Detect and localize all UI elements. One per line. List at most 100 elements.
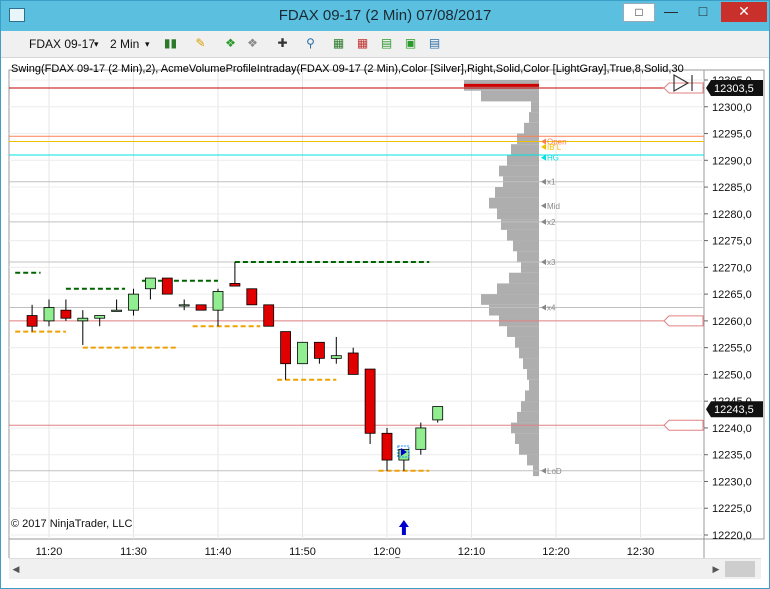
- time-tick-label: 11:30: [120, 546, 147, 558]
- volume-profile-bar: [517, 251, 539, 262]
- zoom-icon[interactable]: ⚲: [303, 36, 318, 51]
- plot-area: [8, 69, 705, 540]
- scrollbar-thumb[interactable]: [725, 561, 755, 577]
- candle-up: [330, 355, 342, 359]
- restore-popup-button[interactable]: □: [623, 3, 655, 22]
- candle-up: [128, 293, 139, 311]
- instrument-dropdown-icon[interactable]: ▾: [94, 39, 99, 50]
- candle-up: [212, 291, 224, 311]
- time-tick-label: 11:20: [36, 546, 63, 558]
- line-end-tag: [663, 82, 704, 94]
- profile-level-label: HG: [547, 154, 559, 163]
- profile-level-label: Mid: [547, 202, 560, 211]
- chart-toolbar: FDAX 09-17 ▾ 2 Min ▾ ▮▮ ✎ ❖ ❖ ✚ ⚲ ▦ ▦ ▤ …: [1, 31, 769, 58]
- volume-profile-bar: [521, 262, 539, 273]
- price-marker-label: 12243,5: [714, 404, 754, 416]
- line-end-tag: [663, 419, 704, 431]
- time-tick-label: 11:50: [289, 546, 316, 558]
- global-draw-icon[interactable]: ❖: [245, 36, 260, 51]
- time-tick-label: 11:40: [205, 546, 232, 558]
- interval-selector[interactable]: 2 Min: [110, 37, 139, 51]
- volume-profile-bar: [489, 197, 539, 209]
- minimize-button[interactable]: —: [657, 2, 685, 22]
- volume-profile-bar: [481, 294, 539, 305]
- time-tick-label: 12:10: [458, 546, 486, 558]
- line-end-tag: [663, 315, 704, 327]
- crosshair-icon[interactable]: ✚: [275, 36, 290, 51]
- candle-up: [432, 406, 444, 421]
- price-tick-label: 12300,0: [712, 102, 752, 114]
- volume-profile-bar: [517, 133, 539, 145]
- volume-profile-bar: [517, 411, 539, 423]
- volume-profile-bar: [529, 379, 539, 391]
- candle-up: [415, 427, 427, 450]
- volume-profile-bar: [507, 229, 539, 241]
- price-tick-label: 12260,0: [712, 316, 752, 328]
- candle-up: [111, 309, 122, 312]
- close-button[interactable]: ✕: [721, 2, 767, 22]
- price-tick-label: 12295,0: [712, 129, 752, 141]
- volume-profile-bar: [497, 283, 539, 295]
- candle-down: [195, 304, 207, 311]
- profile-level-label: LoD: [547, 467, 562, 476]
- indicator-label: Swing(FDAX 09-17 (2 Min),2), AcmeVolumeP…: [11, 63, 684, 75]
- price-tick-label: 12275,0: [712, 236, 752, 248]
- price-chart[interactable]: 11:20 11:30 11:40 11:50 12:00 12:10 12:20 12:30…: [1, 58, 769, 558]
- drawing-tool-icon[interactable]: ✎: [193, 36, 208, 51]
- title-bar[interactable]: FDAX 09-17 (2 Min) 07/08/2017 □ — □ ✕: [1, 1, 769, 31]
- price-tick-label: 12270,0: [712, 262, 752, 274]
- candle-down: [229, 283, 241, 287]
- volume-profile-bar: [515, 433, 539, 444]
- candle-down: [246, 288, 258, 306]
- maximize-button[interactable]: □: [689, 2, 717, 22]
- templates-icon[interactable]: ▣: [403, 36, 418, 51]
- volume-profile-bar: [481, 90, 539, 102]
- candle-down: [280, 331, 292, 365]
- chart-style-icon[interactable]: ▮▮: [163, 36, 178, 51]
- chart-trader-icon[interactable]: ▦: [331, 36, 346, 51]
- volume-profile-bar: [509, 272, 539, 284]
- strategies-icon[interactable]: ▤: [379, 36, 394, 51]
- volume-profile-bar: [529, 112, 539, 123]
- volume-profile-bar: [497, 208, 539, 220]
- interval-dropdown-icon[interactable]: ▾: [145, 39, 150, 50]
- volume-profile-bar: [519, 444, 539, 455]
- price-tick-label: 12285,0: [712, 182, 752, 194]
- price-tick-label: 12250,0: [712, 369, 752, 381]
- candle-down: [381, 432, 393, 461]
- candle-up: [77, 317, 89, 322]
- scroll-left-arrow-icon[interactable]: ◀: [9, 563, 23, 575]
- volume-profile-bar: [495, 187, 539, 198]
- candle-up: [94, 315, 106, 319]
- volume-poc-bar: [464, 83, 539, 87]
- profile-level-label: IB L: [547, 143, 562, 152]
- price-tick-label: 12220,0: [712, 530, 752, 542]
- price-tick-label: 12290,0: [712, 155, 752, 167]
- properties-icon[interactable]: ▤: [427, 36, 442, 51]
- time-axis: [8, 538, 705, 558]
- profile-level-label: x4: [547, 304, 556, 313]
- price-marker-label: 12303,5: [714, 83, 754, 95]
- candle-up: [297, 341, 308, 365]
- volume-profile-bar: [507, 154, 539, 166]
- snap-mode-icon[interactable]: ❖: [223, 36, 238, 51]
- price-tick-label: 12280,0: [712, 209, 752, 221]
- volume-profile-bar: [519, 347, 539, 359]
- candle-down: [161, 277, 173, 295]
- time-tick-label: 12:20: [542, 546, 570, 558]
- candle-down: [26, 315, 38, 327]
- horizontal-scrollbar[interactable]: ◀ ▶: [9, 558, 761, 579]
- time-tick-label: 12:30: [627, 546, 655, 558]
- scroll-right-arrow-icon[interactable]: ▶: [709, 563, 723, 575]
- copyright-text: © 2017 NinjaTrader, LLC: [11, 518, 133, 530]
- instrument-selector[interactable]: FDAX 09-17: [29, 37, 95, 51]
- volume-profile-bar: [501, 219, 539, 230]
- price-tick-label: 12265,0: [712, 289, 752, 301]
- price-tick-label: 12240,0: [712, 423, 752, 435]
- profile-level-label: x1: [547, 178, 556, 187]
- candle-up: [144, 277, 156, 290]
- volume-profile-bar: [521, 401, 539, 412]
- indicators-icon[interactable]: ▦: [355, 36, 370, 51]
- candle-down: [313, 341, 325, 359]
- volume-profile-bar: [511, 422, 539, 434]
